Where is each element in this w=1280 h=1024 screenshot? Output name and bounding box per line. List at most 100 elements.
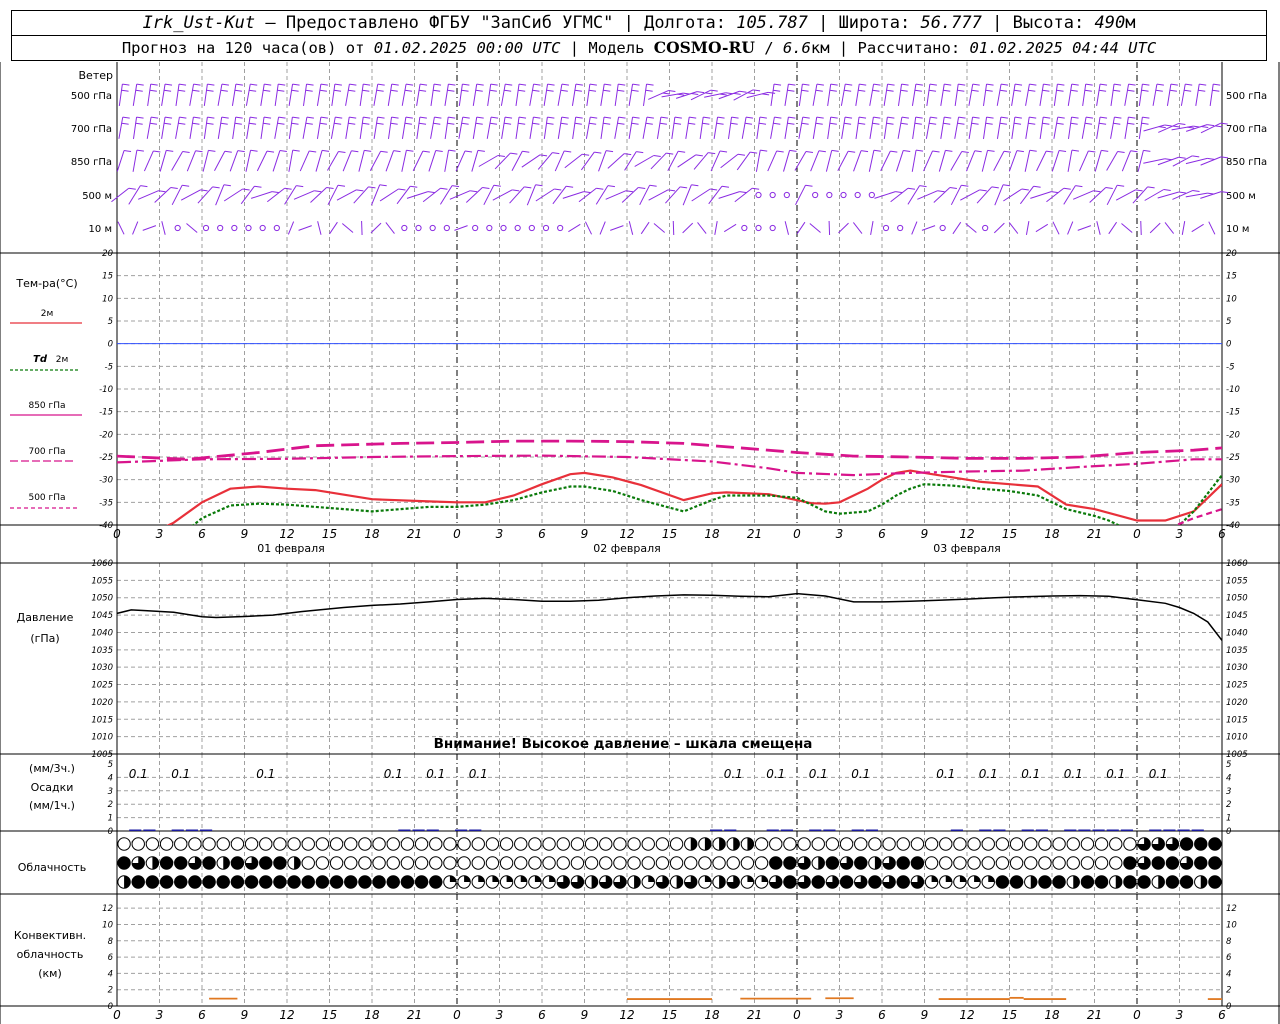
- wind-barb-flag: [263, 122, 271, 125]
- wind-barb-flag: [419, 89, 427, 92]
- wind-barb-flag: [752, 187, 760, 190]
- wind-barb-staff: [968, 84, 974, 106]
- wind-calm: [217, 224, 224, 232]
- wind-barb-flag: [818, 150, 826, 153]
- precip-hourly-bar: [979, 829, 992, 831]
- wind-barb-flag: [589, 83, 597, 86]
- wind-barb-flag: [512, 189, 520, 192]
- temp-y-tick-left: 10: [102, 294, 113, 304]
- wind-barb-staff: [458, 84, 463, 106]
- wind-barb-flag: [349, 83, 357, 86]
- wind-barb-flag: [123, 150, 132, 153]
- wind-barb-flag: [702, 122, 710, 125]
- wind-barb-staff: [718, 191, 740, 199]
- wind-barb-flag: [292, 83, 300, 86]
- cloud-low-symbol-fill: [747, 837, 754, 851]
- precip-hourly-bar: [1106, 829, 1119, 831]
- wind-barb-staff: [1024, 150, 1031, 172]
- wind-barb-staff: [895, 150, 904, 172]
- cloud-low-symbol: [457, 837, 471, 851]
- precip-3h-label: 0.1: [129, 767, 148, 781]
- wind-barb-staff: [1172, 190, 1193, 200]
- wind-barb-staff: [454, 225, 468, 231]
- wind-barb-flag: [1114, 116, 1122, 119]
- wind-barb-staff: [186, 150, 197, 172]
- cloud-total-symbol-fill: [1073, 875, 1080, 889]
- wind-barb-staff: [634, 155, 654, 167]
- wind-barb-flag: [170, 187, 178, 189]
- wind-barb-flag: [1141, 122, 1149, 125]
- wind-barb-flag: [1101, 149, 1109, 152]
- wind-barb-staff: [535, 188, 555, 202]
- legend-t2m-label: 2м: [41, 309, 54, 319]
- conv-x-tick: 21: [407, 1008, 422, 1022]
- wind-barb-staff: [116, 150, 125, 172]
- wind-barb-flag: [504, 89, 512, 92]
- wind-barb-staff: [911, 150, 917, 172]
- conv-x-tick: 12: [959, 1008, 974, 1022]
- wind-barb-flag: [932, 150, 940, 153]
- wind-barb-flag: [135, 122, 143, 125]
- wind-barb-staff: [614, 84, 619, 106]
- wind-barb-flag: [277, 89, 285, 92]
- wind-level-label: 500 м: [82, 191, 112, 202]
- wind-barb-flag: [1099, 89, 1107, 92]
- temp-y-tick-right: 0: [1226, 340, 1231, 350]
- wind-barb-flag: [390, 89, 398, 92]
- wind-barb-flag: [907, 187, 916, 190]
- wind-barb-staff: [175, 84, 180, 106]
- wind-barb-staff: [274, 84, 279, 106]
- wind-barb-flag: [1143, 149, 1151, 152]
- wind-barb-staff: [656, 117, 662, 139]
- cloud-low-symbol: [485, 837, 500, 851]
- wind-barb-staff: [232, 117, 237, 139]
- wind-barb-flag: [887, 116, 895, 119]
- wind-barb-flag: [985, 89, 993, 92]
- wind-barb-flag: [510, 152, 518, 155]
- wind-barb-flag: [235, 83, 243, 86]
- pressure-y-tick-right: 1025: [1226, 681, 1248, 691]
- temp-y-tick-left: 0: [108, 340, 113, 350]
- wind-barb-staff: [203, 117, 208, 139]
- cloud-mid-symbol: [825, 856, 840, 870]
- wind-barb-flag: [1071, 83, 1079, 86]
- precip-hourly-bar: [823, 829, 836, 831]
- wind-barb-flag: [1088, 150, 1096, 153]
- precip-3h-label: 0.1: [851, 767, 870, 781]
- wind-barb-staff: [665, 186, 681, 204]
- wind-barb-staff: [345, 117, 350, 139]
- conv-x-tick: 21: [747, 1008, 762, 1022]
- cloud-mid-symbol: [556, 856, 570, 870]
- wind-barb-staff: [809, 223, 821, 233]
- wind-barb-staff: [342, 150, 352, 172]
- cloud-mid-symbol-fill: [874, 856, 882, 870]
- wind-barb-flag: [263, 116, 272, 119]
- wind-barb-flag: [405, 116, 413, 119]
- wind-barb-flag: [518, 122, 526, 125]
- wind-barb-staff: [465, 187, 483, 203]
- wind-barb-flag: [192, 122, 200, 125]
- wind-barb-flag: [418, 122, 427, 125]
- wind-barb-flag: [533, 83, 541, 86]
- cloud-total-symbol-fill: [1200, 875, 1207, 889]
- wind-barb-staff: [1180, 84, 1186, 106]
- wind-barb-flag: [475, 89, 483, 92]
- wind-barb-flag: [1014, 83, 1023, 86]
- cloud-total-symbol: [896, 875, 910, 889]
- conv-x-tick: 15: [1002, 1008, 1017, 1022]
- wind-barb-flag: [645, 122, 653, 125]
- cloud-low-symbol: [1109, 837, 1123, 851]
- wind-barb-flag: [1000, 83, 1009, 86]
- wind-barb-flag: [178, 122, 186, 125]
- wind-barb-staff: [691, 188, 711, 202]
- wind-barb-flag: [1155, 89, 1163, 92]
- wind-barb-flag: [410, 185, 418, 188]
- precip-y-tick-left: 2: [108, 800, 113, 810]
- temp-x-tick: 21: [1087, 527, 1102, 541]
- wind-barb-staff: [699, 117, 704, 139]
- wind-barb-flag: [929, 83, 937, 86]
- temp-x-tick: 9: [921, 527, 929, 541]
- precip-hourly-bar: [1035, 829, 1048, 831]
- cloud-mid-symbol: [613, 856, 627, 870]
- wind-barb-staff: [1008, 150, 1018, 172]
